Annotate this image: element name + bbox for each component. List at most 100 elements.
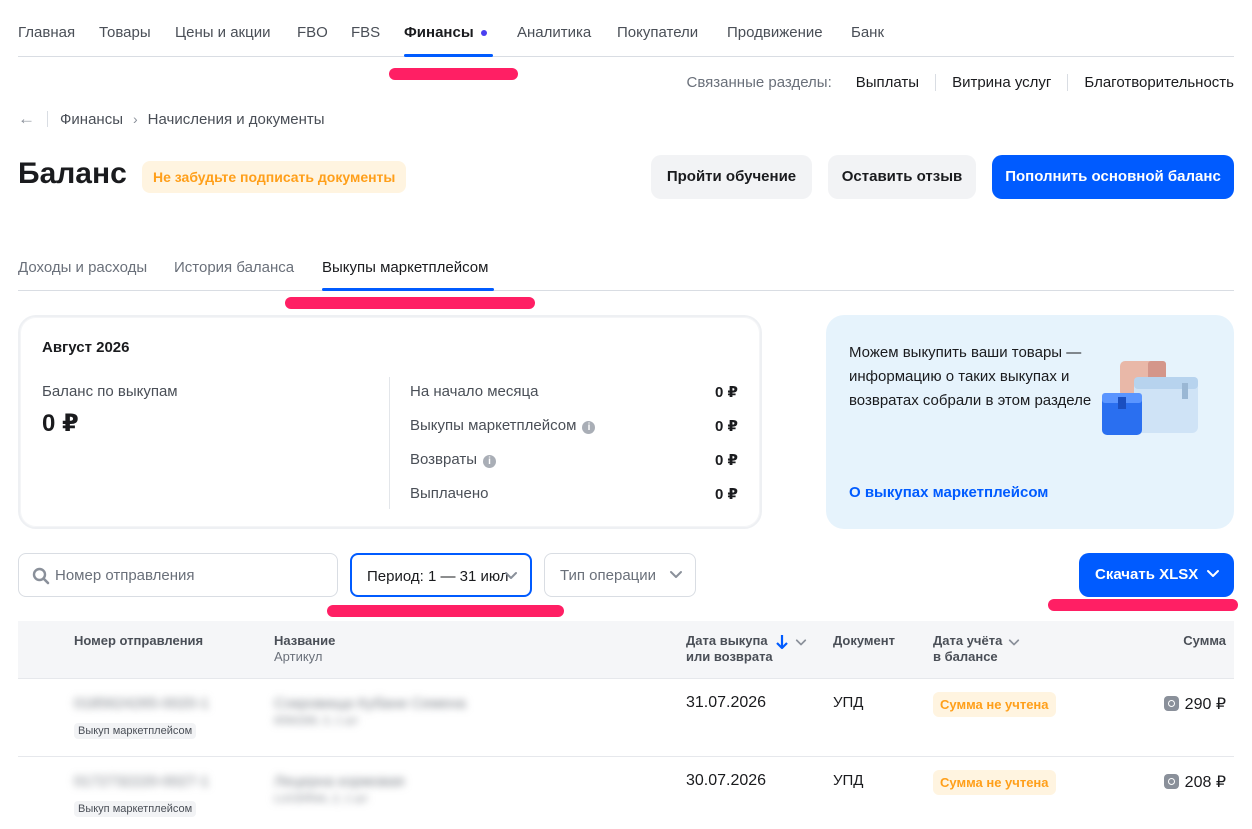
related-sections-label: Связанные разделы:: [686, 73, 832, 91]
related-link-services[interactable]: Витрина услуг: [935, 73, 1067, 91]
buyout-summary-card: Август 2026 Баланс по выкупам 0 ₽ На нач…: [18, 315, 762, 529]
boxes-illustration-icon: [1102, 361, 1198, 435]
info-icon[interactable]: i: [582, 421, 596, 434]
buyout-date: 30.07.2026: [686, 772, 767, 789]
table-row[interactable]: 0172732220-0027-1 Выкуп маркетплейсом Ле…: [18, 757, 1234, 829]
download-xlsx-button[interactable]: Скачать XLSX: [1079, 553, 1234, 597]
shipment-search-field[interactable]: [18, 553, 338, 597]
arrow-left-icon[interactable]: ←: [18, 109, 35, 129]
tab-active-underline: [322, 288, 494, 291]
nav-item-prices[interactable]: Цены и акции: [175, 24, 270, 41]
breadcrumb-finance[interactable]: Финансы: [60, 111, 123, 128]
table-header: Номер отправления Название Артикул Дата в…: [18, 621, 1234, 679]
promo-text: Можем выкупить ваши товары — информацию …: [849, 344, 1092, 409]
col-accounting-date[interactable]: Дата учёта в балансе: [933, 633, 1002, 665]
status-badge: Сумма не учтена: [933, 692, 1056, 717]
tab-balance-history[interactable]: История баланса: [174, 259, 294, 276]
topup-balance-button[interactable]: Пополнить основной баланс: [992, 155, 1234, 199]
breadcrumb-accruals[interactable]: Начисления и документы: [148, 111, 325, 128]
summary-row-value: 0 ₽: [715, 486, 738, 503]
summary-row-label: Выплачено: [410, 485, 489, 502]
related-link-charity[interactable]: Благотворительность: [1067, 73, 1234, 91]
buyout-date: 31.07.2026: [686, 694, 767, 711]
chevron-down-icon[interactable]: [1008, 636, 1020, 648]
breadcrumb: ← Финансы › Начисления и документы: [18, 109, 325, 129]
summary-row: Выкупы маркетплейсом i 0 ₽: [410, 417, 738, 437]
page-title: Баланс: [18, 157, 127, 190]
notification-dot-icon: [481, 30, 487, 36]
nav-item-bank[interactable]: Банк: [851, 24, 884, 41]
coin-icon: [1163, 774, 1179, 789]
nav-item-fbs[interactable]: FBS: [351, 24, 380, 41]
period-select-value: Период: 1 — 31 июл: [367, 568, 509, 585]
nav-item-promotion[interactable]: Продвижение: [727, 24, 823, 41]
nav-item-finance[interactable]: Финансы: [404, 24, 474, 41]
row-sum: 208 ₽: [1163, 772, 1226, 792]
table-row[interactable]: 0185624265-0020-1 Выкуп маркетплейсом Со…: [18, 679, 1234, 757]
nav-item-analytics[interactable]: Аналитика: [517, 24, 591, 41]
row-sum: 290 ₽: [1163, 694, 1226, 714]
annotation-stroke: [389, 68, 518, 80]
summary-row-value: 0 ₽: [715, 384, 738, 401]
tab-income-expenses[interactable]: Доходы и расходы: [18, 259, 147, 276]
period-select[interactable]: Период: 1 — 31 июл: [350, 553, 532, 597]
col-document: Документ: [833, 633, 895, 648]
document-type[interactable]: УПД: [833, 772, 863, 789]
operation-type-value: Тип операции: [560, 567, 657, 584]
annotation-stroke: [1048, 599, 1238, 611]
summary-row-value: 0 ₽: [715, 452, 738, 469]
chevron-right-icon: ›: [132, 111, 138, 127]
breadcrumb-divider: [47, 111, 48, 127]
nav-item-home[interactable]: Главная: [18, 24, 75, 41]
sign-documents-badge[interactable]: Не забудьте подписать документы: [142, 161, 407, 193]
summary-row: На начало месяца 0 ₽: [410, 383, 738, 403]
chevron-down-icon[interactable]: [795, 636, 807, 648]
nav-active-underline: [404, 54, 493, 57]
nav-item-products[interactable]: Товары: [99, 24, 151, 41]
document-type[interactable]: УПД: [833, 694, 863, 711]
coin-icon: [1163, 696, 1179, 711]
buyout-balance-label: Баланс по выкупам: [42, 383, 178, 400]
related-link-payouts[interactable]: Выплаты: [856, 74, 935, 91]
chevron-down-icon: [1207, 570, 1219, 577]
search-input[interactable]: [55, 554, 335, 596]
col-buyout-date[interactable]: Дата выкупа или возврата: [686, 633, 773, 665]
sort-down-arrow-icon[interactable]: [775, 634, 789, 650]
balance-tabs: Доходы и расходы История баланса Выкупы …: [18, 250, 1234, 291]
summary-divider: [389, 377, 390, 509]
shipment-number[interactable]: 0172732220-0027-1: [74, 773, 209, 790]
nav-item-customers[interactable]: Покупатели: [617, 24, 698, 41]
operation-type-select[interactable]: Тип операции: [544, 553, 696, 597]
summary-row-value: 0 ₽: [715, 418, 738, 435]
chevron-down-icon: [670, 571, 682, 578]
top-navigation: Главная Товары Цены и акции FBO FBS Фина…: [18, 0, 1234, 57]
feedback-button[interactable]: Оставить отзыв: [828, 155, 976, 199]
summary-row: Возвраты i 0 ₽: [410, 451, 738, 471]
download-xlsx-label: Скачать XLSX: [1095, 566, 1199, 583]
summary-row: Выплачено 0 ₽: [410, 485, 738, 505]
training-button[interactable]: Пройти обучение: [651, 155, 812, 199]
chevron-down-icon: [505, 572, 517, 579]
buyout-balance-value: 0 ₽: [42, 410, 79, 437]
summary-row-label: Выкупы маркетплейсом i: [410, 417, 596, 434]
col-shipment: Номер отправления: [74, 633, 204, 648]
product-name: Сокровища Кубани Семена: [274, 695, 466, 712]
summary-row-label: На начало месяца: [410, 383, 539, 400]
annotation-stroke: [285, 297, 535, 309]
status-badge: Сумма не учтена: [933, 770, 1056, 795]
shipment-number[interactable]: 0185624265-0020-1: [74, 695, 209, 712]
info-icon[interactable]: i: [483, 455, 497, 468]
summary-row-label: Возвраты i: [410, 451, 497, 468]
summary-month: Август 2026: [42, 339, 130, 356]
col-sum: Сумма: [1183, 633, 1226, 648]
operation-tag: Выкуп маркетплейсом: [74, 723, 197, 739]
buyout-info-banner: Можем выкупить ваши товары — информацию …: [826, 315, 1234, 529]
col-name: Название Артикул: [274, 633, 336, 664]
nav-item-fbo[interactable]: FBO: [297, 24, 328, 41]
about-buyouts-link[interactable]: О выкупах маркетплейсом: [849, 484, 1048, 501]
product-article: LUCERNA, 2, 1 шт: [274, 793, 368, 805]
annotation-stroke: [327, 605, 564, 617]
tab-marketplace-buyouts[interactable]: Выкупы маркетплейсом: [322, 259, 488, 276]
related-sections: Связанные разделы: Выплаты Витрина услуг…: [687, 72, 1234, 92]
operation-tag: Выкуп маркетплейсом: [74, 801, 197, 817]
